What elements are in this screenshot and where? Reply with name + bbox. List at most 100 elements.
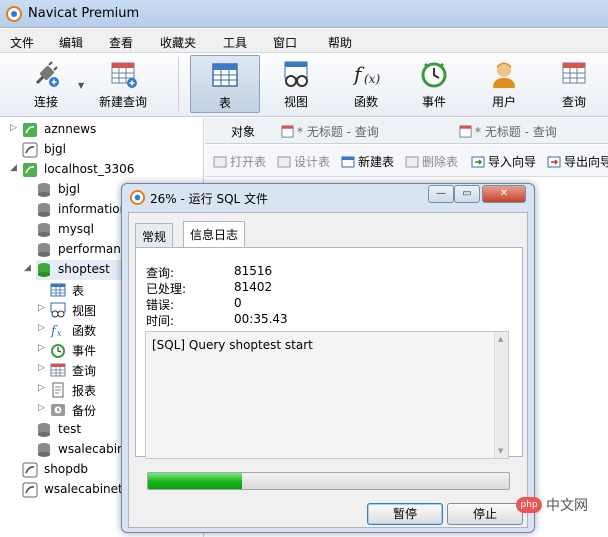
delete-table-button[interactable]: 删除表 [405,153,458,170]
table-label: 表 [218,96,231,110]
maximize-button[interactable]: ▭ [454,185,480,203]
log-line: [SQL] Query shoptest start [152,338,313,352]
menu-edit[interactable]: 编辑 [59,34,83,51]
menu-file[interactable]: 文件 [10,34,34,51]
backup-icon [51,404,65,416]
dialog-title: 26% - 运行 SQL 文件 [150,192,269,206]
expand-arrow-icon[interactable]: ▷ [38,363,45,373]
query-icon [281,125,294,138]
minimize-button[interactable]: — [428,185,454,203]
connect-button[interactable]: 连接 [18,55,74,113]
database-icon [38,243,50,257]
plug-icon [35,61,59,87]
log-scrollbar[interactable]: ▲ ▼ [494,332,508,458]
view-button[interactable]: 视图 [268,55,324,113]
expand-arrow-icon[interactable]: ▷ [38,403,45,413]
close-button[interactable]: ✕ [482,185,526,203]
function-icon: f (x) [352,62,380,86]
mysql-connection-icon [22,462,38,478]
table-icon [212,63,238,87]
log-textarea[interactable]: [SQL] Query shoptest start ▲ ▼ [145,331,509,459]
clock-icon [51,344,65,358]
svg-text:(x): (x) [364,72,380,86]
tab-query-1[interactable]: * 无标题 - 查询 [281,123,379,140]
scroll-up-icon[interactable]: ▲ [498,335,503,343]
menu-window[interactable]: 窗口 [273,34,297,51]
new-query-label: 新建查询 [98,95,147,109]
new-query-icon [111,62,137,88]
mysql-connection-icon [22,482,38,498]
table-button[interactable]: 表 [190,55,260,113]
tab-query-2[interactable]: * 无标题 - 查询 [459,123,557,140]
processed-label: 已处理: [146,282,187,296]
scroll-down-icon[interactable]: ▼ [498,447,503,455]
new-query-button[interactable]: 新建查询 [92,55,154,113]
new-table-button[interactable]: 新建表 [341,153,394,170]
main-toolbar: 连接 ▼ 新建查询 表 视图 f (x) 函数 事件 用户 查询 [0,53,608,117]
dialog-titlebar[interactable]: 26% - 运行 SQL 文件 — ▭ ✕ [122,184,534,212]
open-table-icon [213,156,227,168]
open-table-button[interactable]: 打开表 [213,153,266,170]
table-icon [50,283,66,297]
design-table-button[interactable]: 设计表 [277,153,330,170]
menu-view[interactable]: 查看 [109,34,133,51]
progress-fill [148,473,242,489]
collapse-arrow-icon[interactable]: ◢ [10,163,17,173]
user-icon [493,62,515,88]
query-icon [562,62,586,84]
object-toolbar: 打开表 设计表 新建表 删除表 导入向导 导出向导 [205,145,608,177]
query-label: 查询 [561,95,586,109]
run-sql-dialog: 26% - 运行 SQL 文件 — ▭ ✕ 常规 信息日志 查询: 81516 … [121,183,535,533]
design-table-icon [277,156,291,168]
database-icon [38,223,50,237]
connect-label: 连接 [33,95,58,109]
database-icon [38,203,50,217]
new-table-icon [341,156,355,168]
menu-tools[interactable]: 工具 [223,34,247,51]
navicat-logo-icon [130,190,145,205]
query-icon [459,125,472,138]
export-icon [547,156,561,168]
expand-arrow-icon[interactable]: ▷ [38,303,45,313]
database-icon [38,183,50,197]
report-icon [52,382,64,398]
function-icon: fx [50,324,62,338]
mysql-connection-icon [23,163,37,177]
export-wizard-button[interactable]: 导出向导 [547,153,608,170]
watermark: php 中文网 [516,494,608,516]
tab-log[interactable]: 信息日志 [183,221,246,248]
clock-icon [421,62,447,88]
query-button[interactable]: 查询 [546,55,602,113]
import-wizard-button[interactable]: 导入向导 [471,153,536,170]
event-label: 事件 [421,95,446,109]
dialog-body: 常规 信息日志 查询: 81516 已处理: 81402 错误: 0 时间: 0… [128,212,528,528]
event-button[interactable]: 事件 [406,55,462,113]
expand-arrow-icon[interactable]: ▷ [38,343,45,353]
pause-button[interactable]: 暂停 [367,503,443,525]
tab-bar: 对象 * 无标题 - 查询 * 无标题 - 查询 [205,118,608,144]
expand-arrow-icon[interactable]: ▷ [38,323,45,333]
expand-arrow-icon[interactable]: ▷ [10,123,17,133]
menu-favorites[interactable]: 收藏夹 [160,34,196,51]
menu-help[interactable]: 帮助 [328,34,352,51]
time-label: 时间: [146,314,175,328]
mysql-connection-icon [22,142,38,158]
chevron-down-icon[interactable]: ▼ [78,81,84,90]
query-icon [50,363,66,377]
collapse-arrow-icon[interactable]: ◢ [24,263,31,273]
user-button[interactable]: 用户 [476,55,532,113]
view-icon [284,61,308,87]
tab-general[interactable]: 常规 [135,223,174,247]
svg-text:x: x [57,329,62,338]
queries-label: 查询: [146,266,175,280]
function-button[interactable]: f (x) 函数 [338,55,394,113]
app-title: Navicat Premium [28,6,140,21]
app-titlebar: Navicat Premium [0,0,608,28]
watermark-text: 中文网 [546,498,588,514]
time-value: 00:35.43 [234,312,288,326]
tab-objects[interactable]: 对象 [231,123,255,140]
toolbar-divider [178,57,179,111]
expand-arrow-icon[interactable]: ▷ [38,383,45,393]
stop-button[interactable]: 停止 [447,503,523,525]
function-label: 函数 [353,95,378,109]
